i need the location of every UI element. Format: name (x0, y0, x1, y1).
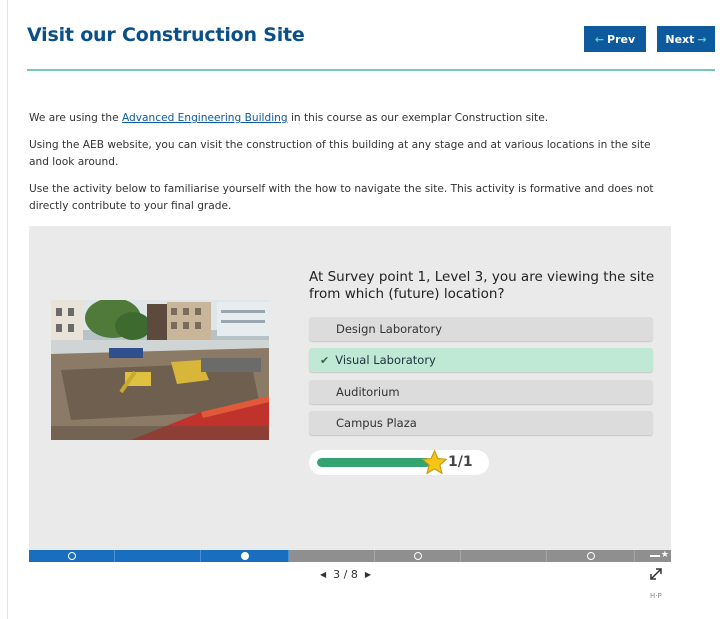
score-bar: 1/1 (309, 449, 489, 475)
intro-paragraph-1: We are using the Advanced Engineering Bu… (29, 110, 669, 127)
progress-dot (67, 552, 76, 560)
score-track (317, 458, 431, 467)
option-campus-plaza[interactable]: Campus Plaza (309, 411, 653, 435)
progress-segment[interactable] (375, 550, 461, 562)
progress-segment[interactable] (461, 550, 547, 562)
question-text: At Survey point 1, Level 3, you are view… (309, 269, 655, 302)
progress-bar: ★ (29, 550, 671, 562)
option-design-laboratory[interactable]: Design Laboratory (309, 317, 653, 341)
next-button[interactable]: Next → (657, 26, 715, 52)
progress-segment[interactable] (115, 550, 201, 562)
progress-dot (586, 552, 595, 560)
summary-line-icon (650, 555, 660, 557)
previous-slide-icon[interactable]: ◀ (320, 570, 326, 579)
option-label: Campus Plaza (336, 416, 417, 430)
progress-segment[interactable] (201, 550, 289, 562)
progress-segment[interactable] (289, 550, 375, 562)
arrow-left-icon: ← (594, 32, 605, 46)
pager-text: 3 / 8 (333, 568, 358, 581)
next-button-label: Next (665, 32, 695, 46)
option-label: Visual Laboratory (335, 353, 436, 367)
next-slide-icon[interactable]: ▶ (365, 570, 371, 579)
intro-p1-text-end: in this course as our exemplar Construct… (287, 112, 549, 124)
activity-footer: ◀ 3 / 8 ▶ (29, 562, 671, 589)
prev-button[interactable]: ← Prev (584, 26, 646, 52)
option-label: Design Laboratory (336, 322, 443, 336)
score-text: 1/1 (448, 454, 473, 470)
progress-dot (413, 552, 422, 560)
page-title: Visit our Construction Site (27, 24, 305, 46)
fullscreen-icon[interactable] (649, 567, 663, 581)
construction-site-photo (51, 300, 269, 440)
arrow-right-icon: → (697, 32, 707, 46)
progress-dot-current (240, 552, 249, 560)
option-visual-laboratory[interactable]: ✔ Visual Laboratory (309, 348, 653, 372)
prev-button-label: Prev (607, 32, 636, 46)
checkmark-icon: ✔ (320, 353, 330, 367)
intro-p1-text-start: We are using the (29, 112, 122, 124)
option-label: Auditorium (336, 385, 400, 399)
pager: ◀ 3 / 8 ▶ (320, 568, 371, 581)
score-fill (317, 458, 431, 467)
star-icon (421, 449, 448, 475)
progress-segment[interactable] (547, 550, 635, 562)
aeb-link[interactable]: Advanced Engineering Building (122, 112, 288, 124)
progress-segment[interactable] (29, 550, 115, 562)
intro-paragraph-3: Use the activity below to familiarise yo… (29, 183, 654, 212)
progress-segment-summary[interactable]: ★ (635, 550, 671, 562)
h5p-logo: H·P (650, 592, 662, 600)
option-auditorium[interactable]: Auditorium (309, 380, 653, 404)
title-divider (27, 69, 715, 71)
summary-star-icon: ★ (660, 550, 669, 560)
intro-paragraph-2: Using the AEB website, you can visit the… (29, 139, 651, 168)
